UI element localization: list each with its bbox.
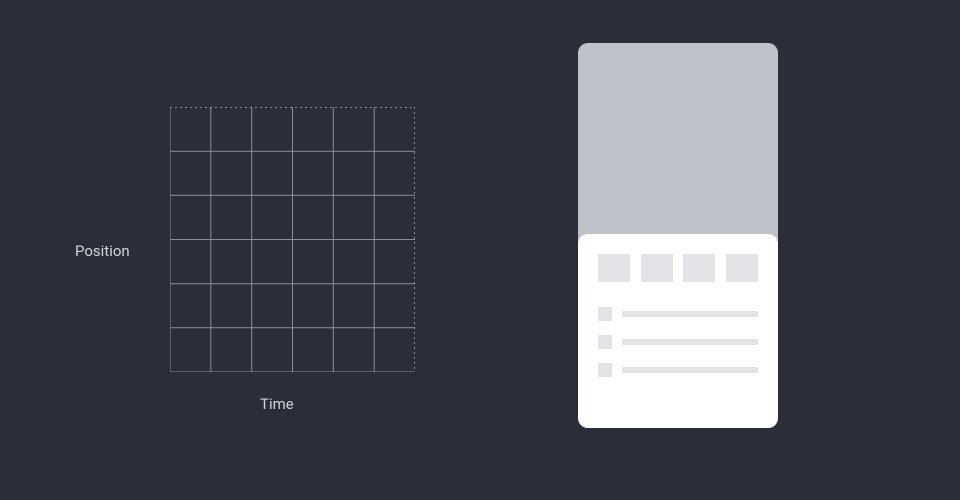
list-bullet-placeholder	[598, 363, 612, 377]
easing-grid	[170, 107, 415, 372]
tab-placeholder	[641, 254, 673, 282]
x-axis-label: Time	[260, 395, 294, 413]
list-item	[598, 335, 758, 349]
list-line-placeholder	[622, 339, 758, 345]
bottom-sheet-panel	[578, 234, 778, 428]
tab-placeholder	[598, 254, 630, 282]
tab-row	[598, 254, 758, 282]
list-item	[598, 363, 758, 377]
list-bullet-placeholder	[598, 307, 612, 321]
list-bullet-placeholder	[598, 335, 612, 349]
list-line-placeholder	[622, 367, 758, 373]
y-axis-label: Position	[75, 242, 130, 260]
list-line-placeholder	[622, 311, 758, 317]
list-item	[598, 307, 758, 321]
tab-placeholder	[726, 254, 758, 282]
tab-placeholder	[683, 254, 715, 282]
device-mockup	[578, 43, 778, 428]
